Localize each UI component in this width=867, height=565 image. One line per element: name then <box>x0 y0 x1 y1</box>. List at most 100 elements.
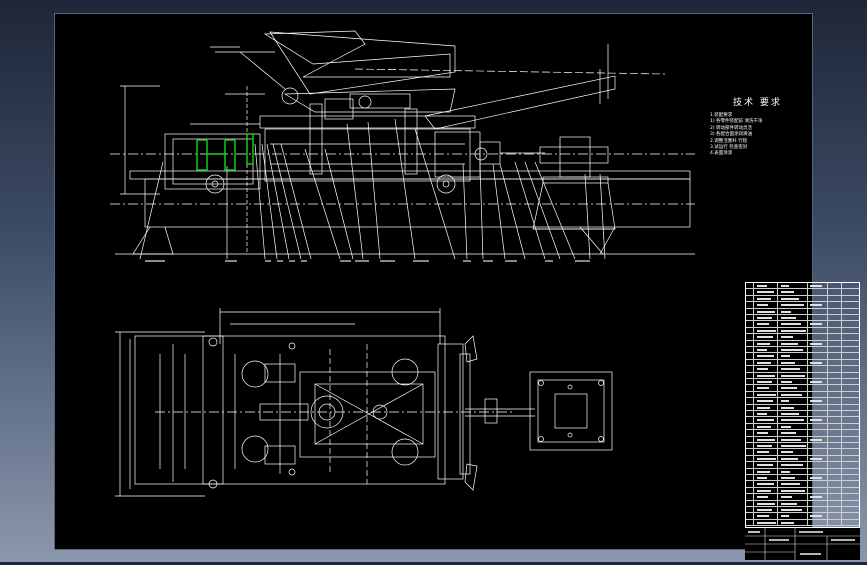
bom-text-mark <box>810 285 822 287</box>
bom-cell <box>746 423 754 430</box>
bom-text-mark <box>810 477 822 479</box>
bom-cell <box>842 411 861 416</box>
title-block-grid <box>745 528 860 561</box>
bom-text-mark <box>757 483 774 486</box>
bom-cell <box>828 289 842 295</box>
highlighted-part <box>196 133 254 171</box>
bom-text-mark <box>781 464 803 467</box>
bom-cell <box>808 353 828 359</box>
bom-text-mark <box>781 509 802 511</box>
bom-cell <box>828 295 842 302</box>
bom-cell <box>842 417 861 422</box>
bom-cell <box>842 296 861 301</box>
bom-cell <box>808 347 828 353</box>
bom-text-mark <box>781 470 790 473</box>
bom-text-mark <box>781 451 793 454</box>
bom-cell <box>828 423 842 430</box>
bom-text-mark <box>781 477 795 479</box>
bom-cell <box>808 430 828 436</box>
bom-cell <box>842 334 861 339</box>
bom-cell <box>808 487 828 494</box>
bom-cell <box>828 385 842 391</box>
bom-cell <box>828 436 842 442</box>
bom-cell <box>828 353 842 359</box>
bom-cell <box>808 404 828 410</box>
bom-text-mark <box>757 355 774 358</box>
note-line: 1) 各零件装配前 清洗干净 <box>710 119 763 125</box>
technical-requirements-title: 技术 要求 <box>733 98 782 108</box>
bom-cell <box>746 436 754 442</box>
bom-cell <box>746 353 754 359</box>
bom-text-mark <box>781 291 794 294</box>
bom-text-mark <box>781 496 792 499</box>
bom-text-mark <box>757 477 767 479</box>
bom-cell <box>746 379 754 385</box>
front-view <box>110 30 695 262</box>
bom-cell <box>828 462 842 468</box>
bom-cell <box>746 462 754 468</box>
bom-cell <box>828 302 842 308</box>
bom-text-mark <box>781 310 791 313</box>
bom-cell <box>842 321 861 326</box>
bom-cell <box>746 475 754 481</box>
cad-viewport[interactable]: 技术 要求 1.装配要求 1) 各零件装配前 清洗干净 2) 转动部件转动灵活 … <box>0 0 867 562</box>
bom-cell <box>746 443 754 449</box>
bom-cell <box>746 398 754 404</box>
bom-text-mark <box>781 419 804 422</box>
bom-cell <box>842 449 861 454</box>
bom-cell <box>808 334 828 340</box>
bom-text-mark <box>781 393 802 396</box>
bom-text-mark <box>757 515 769 518</box>
bom-text-mark <box>810 342 822 345</box>
bom-text-mark <box>757 304 768 307</box>
bom-cell <box>808 423 828 430</box>
bom-cell <box>808 289 828 295</box>
bom-text-mark <box>757 393 776 396</box>
bom-cell <box>746 404 754 410</box>
bom-cell <box>828 411 842 417</box>
bom-cell <box>808 315 828 321</box>
bom-text-mark <box>781 521 794 524</box>
bom-text-mark <box>781 329 806 332</box>
drawing-sheet[interactable]: 技术 要求 1.装配要求 1) 各零件装配前 清洗干净 2) 转动部件转动灵活 … <box>55 14 860 561</box>
bom-cell <box>842 347 861 352</box>
bom-cell <box>746 359 754 366</box>
bom-cell <box>808 366 828 372</box>
bom-cell <box>808 449 828 455</box>
bom-cell <box>808 481 828 487</box>
bom-text-mark <box>757 502 775 505</box>
bom-text-mark <box>757 336 773 339</box>
bom-text-mark <box>781 323 801 326</box>
bom-text-mark <box>757 432 768 435</box>
bom-cell <box>828 449 842 455</box>
bom-cell <box>842 481 861 486</box>
bom-cell <box>842 302 861 307</box>
bom-text-mark <box>781 425 791 428</box>
bom-cell <box>842 430 861 435</box>
bom-cell <box>842 353 861 358</box>
bom-cell <box>746 385 754 391</box>
bom-text-mark <box>781 361 795 364</box>
bom-cell <box>746 340 754 346</box>
bom-cell <box>828 494 842 500</box>
bom-cell <box>746 513 754 519</box>
bom-cell <box>828 372 842 378</box>
bom-cell <box>808 308 828 314</box>
bom-text-mark <box>781 285 789 287</box>
bom-text-mark <box>757 349 767 351</box>
bom-cell <box>828 430 842 436</box>
bom-cell <box>842 315 861 320</box>
bom-text-mark <box>781 349 803 351</box>
bom-text-mark <box>810 361 822 364</box>
bom-text-mark <box>781 387 797 390</box>
bom-cell <box>746 411 754 417</box>
bom-text-mark <box>757 521 776 524</box>
bom-cell <box>746 347 754 353</box>
bom-text-mark <box>757 496 768 499</box>
bom-text-mark <box>757 457 776 460</box>
bom-text-mark <box>810 496 822 499</box>
bom-text-mark <box>781 406 794 409</box>
bom-cell <box>746 430 754 436</box>
bom-text-mark <box>757 489 771 492</box>
bom-cell <box>808 385 828 391</box>
